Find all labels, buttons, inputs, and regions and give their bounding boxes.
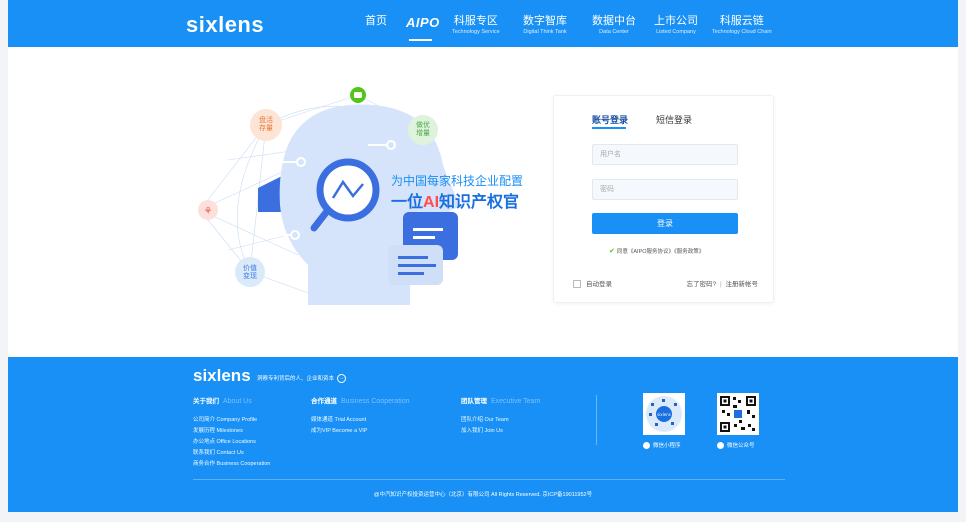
footer-logo-text: sixlens xyxy=(193,366,251,385)
col-title-en: Executive Team xyxy=(491,398,541,405)
arrow-right-icon: → xyxy=(337,374,347,384)
miniprogram-label: 微信小程序 xyxy=(643,441,681,450)
logo-text: sixlens xyxy=(186,12,265,37)
nav-label: 数字智库 xyxy=(523,15,567,27)
hero-slogan-line2: 一位AI知识产权官 xyxy=(391,188,519,212)
nav-item-cloud-chain[interactable]: 科服云链 Technology Cloud Chain xyxy=(712,15,772,36)
footer: sixlens 洞察专利背后的人、企业和资本 → 关于我们 About Us 公司简… xyxy=(8,357,958,512)
col-title-cn: 团队管理 xyxy=(461,398,487,405)
nav-item-tech-service[interactable]: 科服专区 Technology Service xyxy=(452,15,500,36)
col-title-en: Business Cooperation xyxy=(341,398,410,405)
footer-link-become-vip[interactable]: 成为VIP Become a VIP xyxy=(311,426,367,434)
footer-link-trial-account[interactable]: 媒体通道 Trial Account xyxy=(311,415,366,423)
nav-label: 数据中台 xyxy=(592,15,636,27)
top-nav-bar: sixlens 首页 AIPO 科服专区 Technology Service … xyxy=(8,0,958,47)
footer-link-office-locations[interactable]: 办公地点 Office Locations xyxy=(193,437,256,445)
tab-account-login[interactable]: 账号登录 xyxy=(592,113,628,126)
account-links: 忘了密码? | 注册新帐号 xyxy=(687,278,758,288)
nav-item-listed-company[interactable]: 上市公司 Listed Company xyxy=(654,15,698,36)
official-account-qr-code xyxy=(717,393,759,435)
page: sixlens 首页 AIPO 科服专区 Technology Service … xyxy=(8,0,958,512)
footer-link-business-cooperation[interactable]: 商务合作 Business Cooperation xyxy=(193,459,270,467)
nav-label: 科服专区 xyxy=(453,15,498,27)
link-separator: | xyxy=(719,281,722,288)
auto-login-checkbox[interactable]: 自动登录 xyxy=(573,278,612,289)
agreement-text: 同意《AIPO服务协议》《服务政策》 xyxy=(616,249,705,255)
sixlens-logo[interactable]: sixlens xyxy=(186,12,264,38)
col-title-cn: 关于我们 xyxy=(193,398,219,405)
nav-label: 科服云链 xyxy=(719,15,764,27)
footer-link-join-us[interactable]: 加入我们 Join Us xyxy=(461,426,503,434)
nav-label: AIPO xyxy=(406,15,440,30)
footer-col-cooperation-title: 合作通道 Business Cooperation xyxy=(311,395,410,405)
login-button[interactable]: 登录 xyxy=(592,213,738,234)
footer-tagline[interactable]: 洞察专利背后的人、企业和资本 → xyxy=(257,374,347,384)
col-title-en: About Us xyxy=(223,398,252,405)
miniprogram-icon xyxy=(643,442,650,450)
nav-sublabel: Technology Service xyxy=(452,29,500,35)
qr-label-text: 微信公众号 xyxy=(727,443,755,449)
copyright-text: @中汽知识产权投资运营中心（北京）有限公司 All Rights Reserve… xyxy=(373,492,593,498)
active-nav-indicator xyxy=(409,39,432,41)
nav-item-home[interactable]: 首页 xyxy=(365,15,387,28)
footer-link-company-profile[interactable]: 公司简介 Company Profile xyxy=(193,415,257,423)
tagline-text: 洞察专利背后的人、企业和资本 xyxy=(257,376,335,382)
tab-sms-login[interactable]: 短信登录 xyxy=(656,113,692,126)
bubble-label-increment: 做优增量 xyxy=(416,122,430,137)
nav-sublabel: Data Center xyxy=(599,29,629,35)
nav-label: 上市公司 xyxy=(654,15,698,27)
col-title-cn: 合作通道 xyxy=(311,398,337,405)
hero-slogan-line1: 为中国每家科技企业配置 xyxy=(391,174,524,188)
nav-item-aipo[interactable]: AIPO xyxy=(406,16,440,29)
auto-login-label: 自动登录 xyxy=(586,281,612,288)
slogan-prefix: 一位 xyxy=(391,194,424,211)
footer-col-about-title: 关于我们 About Us xyxy=(193,395,252,405)
svg-text:⚘: ⚘ xyxy=(204,206,213,217)
forgot-password-link[interactable]: 忘了密码? xyxy=(687,281,717,288)
check-icon: ✔ xyxy=(609,248,615,255)
active-tab-indicator xyxy=(592,127,626,129)
footer-separator xyxy=(193,479,785,480)
qr-label-text: 微信小程序 xyxy=(653,443,681,449)
miniprogram-qr-code: sixlens xyxy=(643,393,685,435)
nav-sublabel: Digital Think Tank xyxy=(523,29,567,35)
agreement-row[interactable]: ✔ 同意《AIPO服务协议》《服务政策》 xyxy=(609,247,704,255)
official-account-label: 微信公众号 xyxy=(717,441,755,450)
nav-sublabel: Listed Company xyxy=(656,29,696,35)
nav-item-think-tank[interactable]: 数字智库 Digital Think Tank xyxy=(523,15,567,36)
slogan-ai: AI xyxy=(423,194,440,211)
footer-link-our-team[interactable]: 团队介绍 Our Team xyxy=(461,415,509,423)
nav-sublabel: Technology Cloud Chain xyxy=(712,29,772,35)
username-input[interactable] xyxy=(592,144,738,165)
footer-logo[interactable]: sixlens xyxy=(193,366,251,386)
password-input[interactable] xyxy=(592,179,738,200)
bubble-label-value: 价值变现 xyxy=(243,265,257,280)
slogan-suffix: 知识产权官 xyxy=(439,194,520,211)
footer-link-milestones[interactable]: 发展历程 Milestones xyxy=(193,426,243,434)
qr-center-text: sixlens xyxy=(657,412,671,417)
nav-item-data-center[interactable]: 数据中台 Data Center xyxy=(592,15,636,36)
nav-label: 首页 xyxy=(365,15,387,27)
footer-col-team-title: 团队管理 Executive Team xyxy=(461,395,540,405)
footer-divider xyxy=(596,395,597,445)
checkbox-icon xyxy=(573,280,581,289)
footer-link-contact-us[interactable]: 联系我们 Contact Us xyxy=(193,448,244,456)
login-card: 账号登录 短信登录 登录 ✔同意《AIPO服务协议》《服务政策》 自动登录 忘了… xyxy=(553,95,774,303)
register-link[interactable]: 注册新帐号 xyxy=(726,281,759,288)
wechat-icon xyxy=(717,442,724,450)
bubble-label-stock: 盘活存量 xyxy=(259,117,273,132)
